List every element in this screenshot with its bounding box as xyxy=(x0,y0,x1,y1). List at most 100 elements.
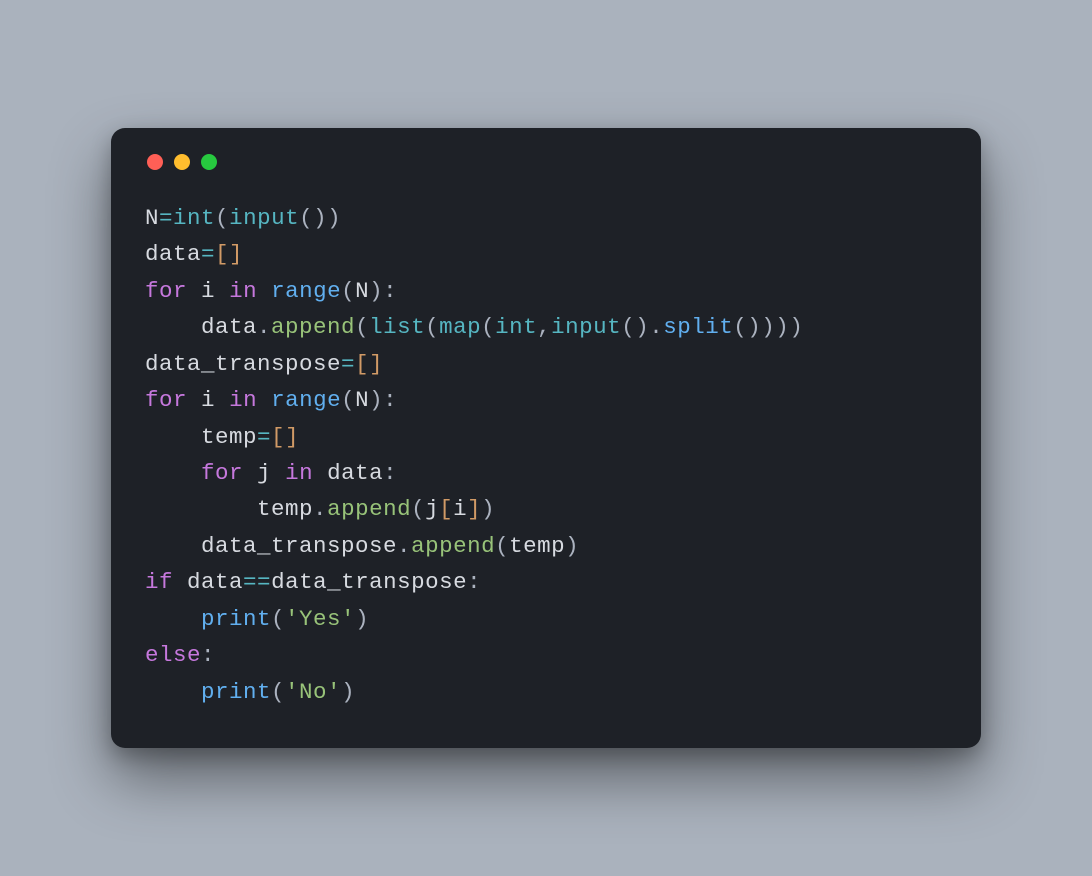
code-token: range xyxy=(271,278,341,304)
code-token: ) xyxy=(775,314,789,340)
code-token: N xyxy=(145,205,159,231)
code-token: i xyxy=(201,387,215,413)
code-token: input xyxy=(551,314,621,340)
code-token: data_transpose xyxy=(271,569,467,595)
code-token: ) xyxy=(635,314,649,340)
code-token xyxy=(243,460,257,486)
code-token: temp xyxy=(201,424,257,450)
code-token: [ xyxy=(355,351,369,377)
code-token: j xyxy=(257,460,271,486)
code-token xyxy=(313,460,327,486)
code-token: [ xyxy=(215,241,229,267)
code-token: int xyxy=(173,205,215,231)
code-token: list xyxy=(369,314,425,340)
code-token: ) xyxy=(369,387,383,413)
code-token: append xyxy=(411,533,495,559)
code-token xyxy=(145,460,201,486)
code-token: ( xyxy=(733,314,747,340)
code-token: data xyxy=(187,569,243,595)
code-token: [ xyxy=(271,424,285,450)
code-token: ( xyxy=(299,205,313,231)
code-token: ) xyxy=(481,496,495,522)
code-token: j xyxy=(425,496,439,522)
code-token: ( xyxy=(425,314,439,340)
code-token: data xyxy=(327,460,383,486)
code-token: data_transpose xyxy=(201,533,397,559)
code-token: : xyxy=(383,387,397,413)
code-token: . xyxy=(397,533,411,559)
code-token xyxy=(215,387,229,413)
code-token: == xyxy=(243,569,271,595)
code-token: ( xyxy=(271,679,285,705)
code-block[interactable]: N=int(input()) data=[] for i in range(N)… xyxy=(145,200,947,710)
code-token: int xyxy=(495,314,537,340)
close-icon[interactable] xyxy=(147,154,163,170)
code-token: data xyxy=(145,241,201,267)
code-token: temp xyxy=(257,496,313,522)
code-token xyxy=(187,278,201,304)
code-token: ( xyxy=(341,278,355,304)
code-token: ] xyxy=(229,241,243,267)
code-token: print xyxy=(201,606,271,632)
code-token xyxy=(257,278,271,304)
code-token: 'No' xyxy=(285,679,341,705)
code-token: ) xyxy=(761,314,775,340)
code-token: input xyxy=(229,205,299,231)
code-token: , xyxy=(537,314,551,340)
code-token: i xyxy=(453,496,467,522)
code-token xyxy=(271,460,285,486)
code-token xyxy=(145,533,201,559)
code-token: split xyxy=(663,314,733,340)
code-token: [ xyxy=(439,496,453,522)
code-token: temp xyxy=(509,533,565,559)
code-token: if xyxy=(145,569,173,595)
code-token xyxy=(145,314,201,340)
code-token: ( xyxy=(215,205,229,231)
code-token: ) xyxy=(747,314,761,340)
code-token: N xyxy=(355,278,369,304)
code-token: ( xyxy=(481,314,495,340)
code-token: data xyxy=(201,314,257,340)
code-token: append xyxy=(271,314,355,340)
code-token: : xyxy=(201,642,215,668)
code-token xyxy=(145,606,201,632)
minimize-icon[interactable] xyxy=(174,154,190,170)
code-token: in xyxy=(229,387,257,413)
code-token xyxy=(257,387,271,413)
code-token: ( xyxy=(621,314,635,340)
code-token: : xyxy=(383,278,397,304)
code-token: ) xyxy=(565,533,579,559)
code-token xyxy=(187,387,201,413)
code-token: ( xyxy=(355,314,369,340)
code-token: ( xyxy=(411,496,425,522)
code-token: . xyxy=(313,496,327,522)
code-token: else xyxy=(145,642,201,668)
code-token: print xyxy=(201,679,271,705)
code-token: ) xyxy=(313,205,327,231)
code-token: ] xyxy=(369,351,383,377)
code-token: ] xyxy=(467,496,481,522)
code-token: = xyxy=(341,351,355,377)
code-token xyxy=(173,569,187,595)
code-token: map xyxy=(439,314,481,340)
code-window: N=int(input()) data=[] for i in range(N)… xyxy=(111,128,981,748)
code-token: N xyxy=(355,387,369,413)
code-token: in xyxy=(229,278,257,304)
code-token: . xyxy=(257,314,271,340)
code-token: ( xyxy=(271,606,285,632)
maximize-icon[interactable] xyxy=(201,154,217,170)
code-token: ( xyxy=(341,387,355,413)
code-token: : xyxy=(383,460,397,486)
code-token: ) xyxy=(355,606,369,632)
code-token: = xyxy=(201,241,215,267)
code-token: ( xyxy=(495,533,509,559)
code-token: i xyxy=(201,278,215,304)
code-token xyxy=(145,679,201,705)
code-token: . xyxy=(649,314,663,340)
code-token: in xyxy=(285,460,313,486)
code-token: append xyxy=(327,496,411,522)
code-token: : xyxy=(467,569,481,595)
code-token: ) xyxy=(369,278,383,304)
code-token: for xyxy=(201,460,243,486)
code-token xyxy=(215,278,229,304)
